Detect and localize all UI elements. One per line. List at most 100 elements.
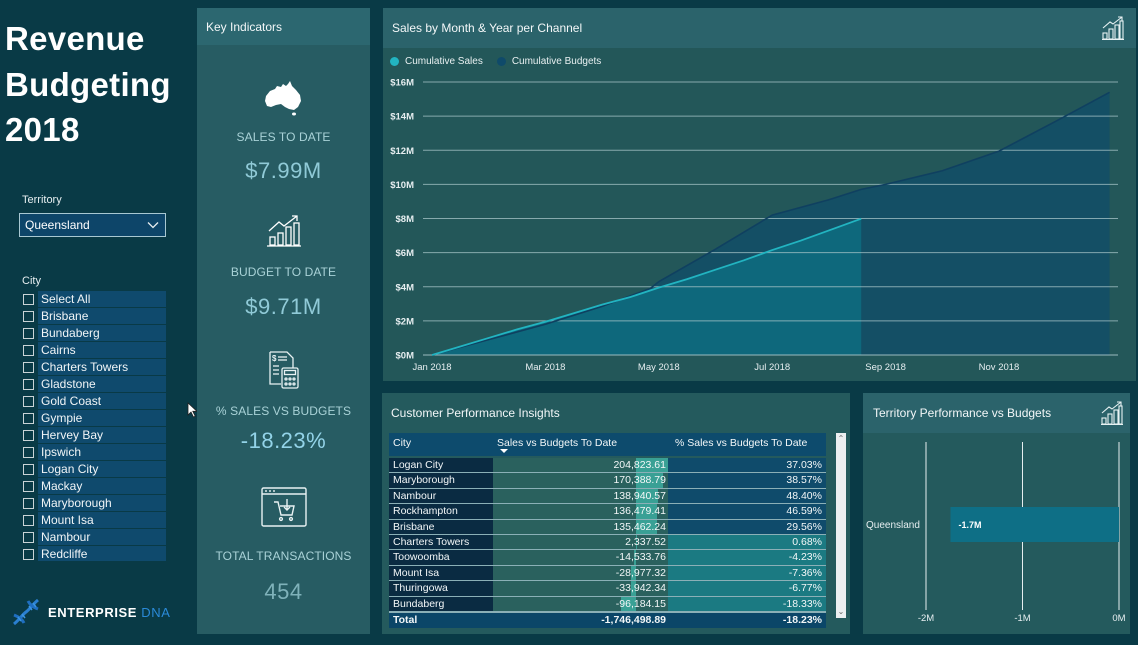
x-tick-label: 0M: [1112, 613, 1125, 624]
city-slicer-item[interactable]: Redcliffe: [22, 546, 166, 561]
table-row[interactable]: Mount Isa -28,977.32 -7.36%: [389, 565, 826, 582]
legend-label-sales[interactable]: Cumulative Sales: [405, 56, 483, 67]
table-row[interactable]: Thuringowa -33,942.34 -6.77%: [389, 581, 826, 597]
table-scrollbar[interactable]: ⌃ ⌄: [836, 433, 846, 618]
cell-sales-vs-budgets-value: 136,479.41: [613, 505, 666, 518]
cell-sales-vs-budgets: 204,823.61: [493, 458, 668, 473]
city-item-label: Logan City: [38, 461, 166, 477]
city-checkbox[interactable]: [23, 463, 34, 475]
city-checkbox[interactable]: [23, 293, 34, 305]
table-row[interactable]: Brisbane 135,462.24 29.56%: [389, 519, 826, 535]
city-slicer-item[interactable]: Charters Towers: [22, 359, 166, 375]
city-slicer-item[interactable]: Gold Coast: [22, 393, 166, 409]
cell-city: Logan City: [389, 458, 493, 473]
table-row[interactable]: Nambour 138,940.57 48.40%: [389, 488, 826, 505]
cell-sales-vs-budgets-value: -96,184.15: [615, 597, 666, 610]
territory-selected-value: Queensland: [25, 218, 90, 232]
cell-sales-vs-budgets: 170,388.79: [493, 473, 668, 488]
sales-chart-legend: Cumulative Sales Cumulative Budgets: [390, 56, 601, 67]
category-label: Queensland: [866, 520, 920, 531]
city-checkbox[interactable]: [23, 378, 34, 390]
x-tick-label: -2M: [918, 613, 934, 624]
cell-city: Maryborough: [389, 473, 493, 488]
city-slicer-item[interactable]: Gladstone: [22, 376, 166, 392]
territory-dropdown[interactable]: Queensland: [19, 213, 166, 237]
cell-pct-sales-vs-budgets: -18.33%: [668, 596, 826, 611]
table-row[interactable]: Logan City 204,823.61 37.03%: [389, 458, 826, 474]
city-checkbox[interactable]: [23, 429, 34, 441]
customer-performance-table: City Sales vs Budgets To Date % Sales vs…: [389, 433, 826, 628]
cell-pct-sales-vs-budgets: -7.36%: [668, 565, 826, 581]
svg-text:$: $: [272, 354, 277, 363]
city-slicer-item[interactable]: Cairns: [22, 342, 166, 358]
x-tick-label: Sep 2018: [865, 362, 906, 373]
table-row[interactable]: Rockhampton 136,479.41 46.59%: [389, 504, 826, 520]
city-slicer-item[interactable]: Bundaberg: [22, 325, 166, 341]
table-row[interactable]: Charters Towers 2,337.52 0.68%: [389, 534, 826, 551]
brand-name-part1: ENTERPRISE: [48, 604, 138, 620]
city-item-label: Gympie: [38, 410, 166, 426]
x-tick-label: Jan 2018: [412, 362, 451, 373]
city-item-label: Brisbane: [38, 308, 166, 324]
kpi-label-pct-sales-vs-budgets: % SALES VS BUDGETS: [215, 404, 352, 418]
cell-city: Brisbane: [389, 519, 493, 534]
dna-helix-icon: [13, 598, 39, 626]
chevron-down-icon[interactable]: [147, 219, 159, 231]
cell-sales-vs-budgets: 2,337.52: [493, 534, 668, 550]
city-slicer-item[interactable]: Mackay: [22, 478, 166, 494]
city-slicer-item[interactable]: Hervey Bay: [22, 427, 166, 443]
cell-pct-sales-vs-budgets: 37.03%: [668, 458, 826, 473]
y-tick-label: $10M: [390, 180, 414, 191]
cell-sales-vs-budgets-value: 170,388.79: [613, 474, 666, 487]
city-slicer-item[interactable]: Mount Isa: [22, 512, 166, 528]
city-slicer-label: City: [22, 275, 41, 287]
city-item-label: Redcliffe: [38, 546, 166, 561]
city-slicer-item[interactable]: Select All: [22, 291, 166, 307]
column-header-pct-sales-vs-budgets[interactable]: % Sales vs Budgets To Date: [668, 433, 826, 456]
report-title-line: 2018: [5, 111, 80, 148]
legend-swatch-budgets: [496, 57, 506, 66]
cell-sales-vs-budgets: 136,479.41: [493, 504, 668, 519]
kpi-value-sales-to-date: $7.99M: [245, 158, 322, 183]
city-checkbox[interactable]: [23, 497, 34, 509]
cell-pct-sales-vs-budgets: 0.68%: [668, 534, 826, 550]
scroll-down-arrow-icon[interactable]: ⌄: [836, 607, 846, 617]
city-slicer-item[interactable]: Nambour: [22, 529, 166, 545]
city-checkbox[interactable]: [23, 514, 34, 526]
y-tick-label: $6M: [396, 248, 415, 259]
australia-map-icon: [264, 81, 301, 116]
column-header-city[interactable]: City: [389, 433, 493, 456]
city-item-label: Nambour: [38, 529, 166, 545]
city-checkbox[interactable]: [23, 327, 34, 339]
scroll-up-arrow-icon[interactable]: ⌃: [836, 434, 846, 444]
city-checkbox[interactable]: [23, 395, 34, 407]
city-item-label: Bundaberg: [38, 325, 166, 341]
key-indicators-title: Key Indicators: [197, 8, 370, 45]
city-item-label: Hervey Bay: [38, 427, 166, 443]
city-checkbox[interactable]: [23, 310, 34, 322]
city-slicer-item[interactable]: Gympie: [22, 410, 166, 426]
shopping-cart-window-icon: [260, 487, 307, 527]
territory-slicer-label: Territory: [22, 194, 62, 206]
cell-sales-vs-budgets-value: 138,940.57: [613, 489, 666, 502]
city-slicer-item[interactable]: Brisbane: [22, 308, 166, 324]
cell-sales-vs-budgets: -96,184.15: [493, 596, 668, 611]
city-slicer-item[interactable]: Logan City: [22, 461, 166, 477]
territory-chart-plot: -2M -1M 0M -1.7M Queensland: [866, 442, 1126, 624]
city-slicer-item[interactable]: Maryborough: [22, 495, 166, 511]
city-checkbox[interactable]: [23, 344, 34, 356]
city-checkbox[interactable]: [23, 446, 34, 458]
city-checkbox[interactable]: [23, 480, 34, 492]
invoice-calculator-icon: $: [268, 351, 299, 389]
enterprise-dna-logo: ENTERPRISE DNA: [10, 597, 171, 627]
city-slicer-item[interactable]: Ipswich: [22, 444, 166, 460]
city-checkbox[interactable]: [23, 412, 34, 424]
city-checkbox[interactable]: [23, 531, 34, 543]
table-row[interactable]: Toowoomba -14,533.76 -4.23%: [389, 550, 826, 566]
city-checkbox[interactable]: [23, 361, 34, 373]
legend-label-budgets[interactable]: Cumulative Budgets: [512, 56, 602, 67]
column-header-sales-vs-budgets[interactable]: Sales vs Budgets To Date: [493, 433, 668, 456]
table-row[interactable]: Maryborough 170,388.79 38.57%: [389, 473, 826, 489]
table-row[interactable]: Bundaberg -96,184.15 -18.33%: [389, 596, 826, 612]
city-checkbox[interactable]: [23, 548, 34, 560]
